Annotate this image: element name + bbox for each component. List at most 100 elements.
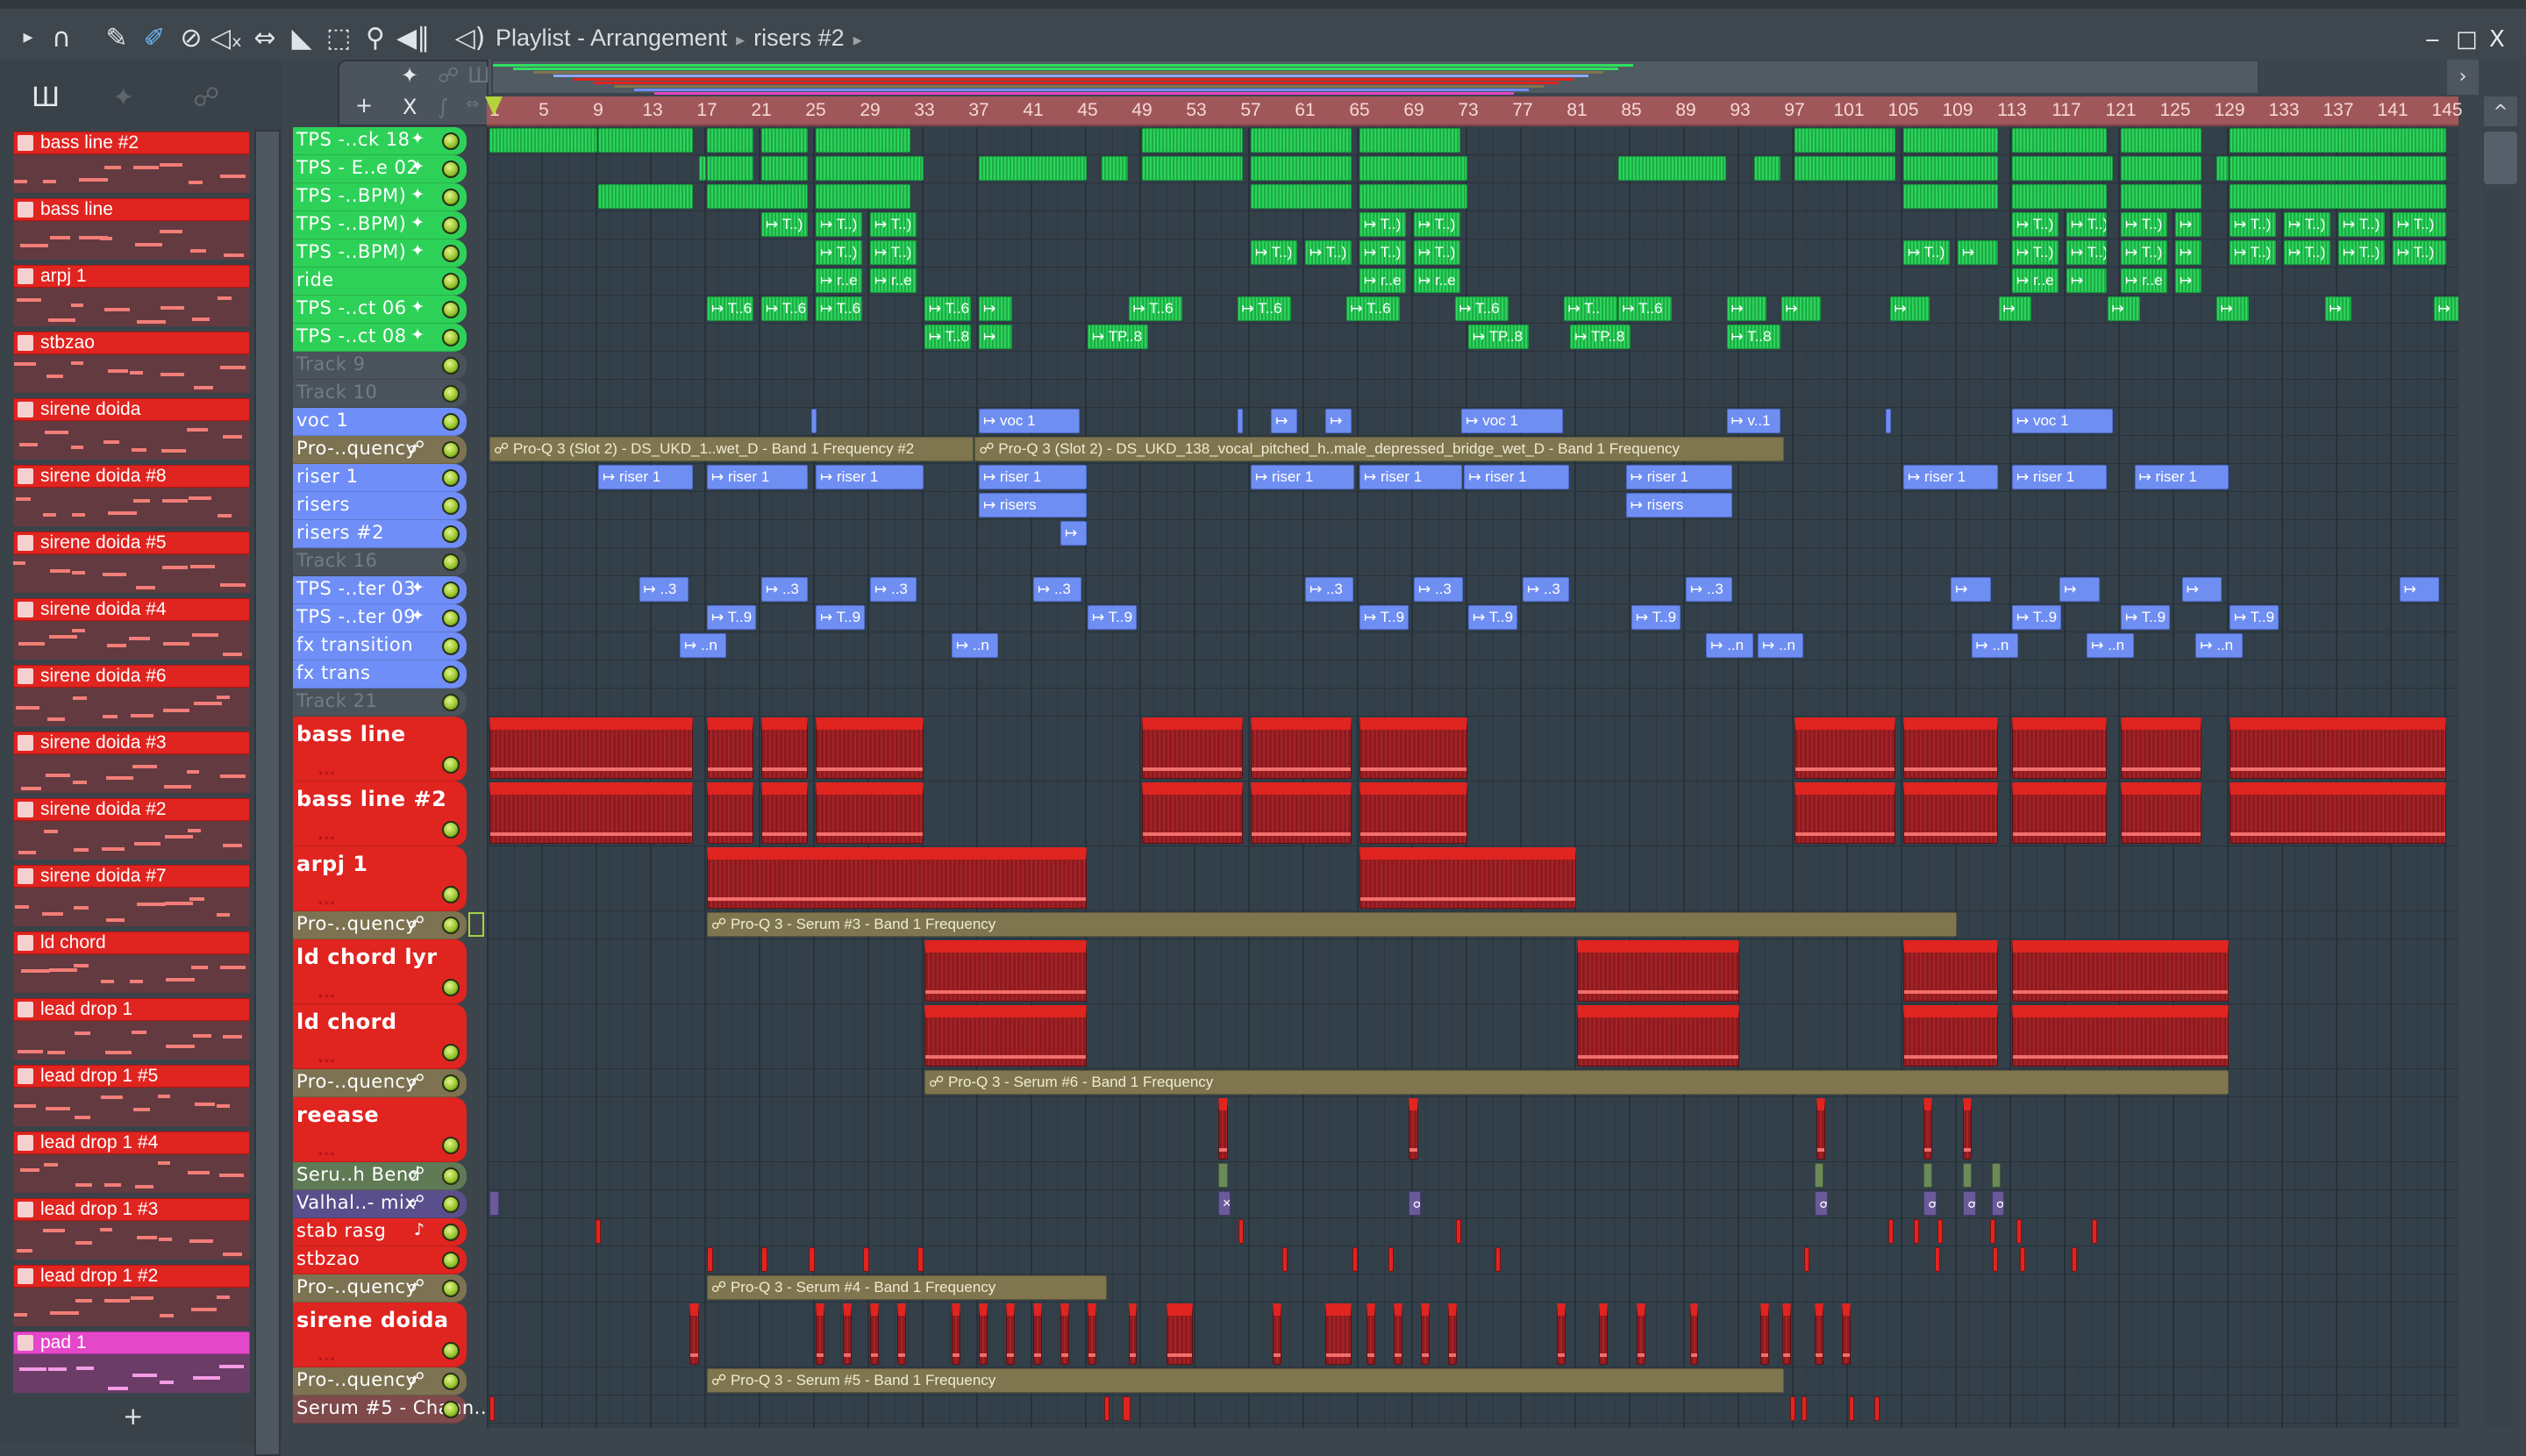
add-track-button[interactable]: + bbox=[355, 93, 373, 118]
clip[interactable] bbox=[1142, 128, 1244, 153]
clip[interactable]: ↦ TP..8 bbox=[1468, 325, 1529, 349]
clip[interactable] bbox=[1903, 156, 1998, 181]
track-mute-toggle[interactable] bbox=[442, 413, 460, 431]
clip[interactable] bbox=[2072, 1247, 2078, 1272]
track-header-track-21[interactable]: Track 21 bbox=[293, 689, 467, 717]
clip[interactable] bbox=[707, 782, 754, 844]
clip[interactable]: ↦ ..n bbox=[1758, 633, 1803, 658]
clip[interactable] bbox=[1990, 1219, 1996, 1244]
clip[interactable] bbox=[924, 1005, 1087, 1067]
track-header-tps-bpm[interactable]: TPS -..BPM) ✦ bbox=[293, 211, 467, 239]
clip[interactable]: ↦ ..n bbox=[680, 633, 727, 658]
clip[interactable]: ↦ T..) bbox=[2230, 212, 2277, 237]
clip[interactable]: ↦ T..9 bbox=[707, 605, 757, 630]
clip[interactable]: ↦ ..3 bbox=[1305, 577, 1353, 602]
clip[interactable]: ↦ r..e bbox=[1359, 268, 1407, 293]
clip[interactable] bbox=[1903, 717, 1998, 779]
picker-item-bass-line[interactable]: bass line bbox=[13, 198, 250, 260]
clip[interactable] bbox=[1393, 1303, 1402, 1365]
track-mute-toggle[interactable] bbox=[442, 1074, 460, 1092]
clip[interactable]: ↦ riser 1 bbox=[1464, 465, 1570, 489]
track-name[interactable]: TPS -..BPM) bbox=[296, 185, 406, 206]
clip[interactable]: ↦ T..6 bbox=[1128, 296, 1182, 321]
clip[interactable] bbox=[2230, 717, 2446, 779]
track-name[interactable]: riser 1 bbox=[296, 466, 359, 487]
clip[interactable]: ☍ bbox=[1991, 1191, 2005, 1216]
track-mute-toggle[interactable] bbox=[442, 161, 460, 178]
track-header-tps-ter-03[interactable]: TPS -..ter 03 ✦ bbox=[293, 576, 467, 604]
clip[interactable] bbox=[1795, 128, 1896, 153]
track-name[interactable]: arpj 1 bbox=[296, 848, 368, 876]
track-name[interactable]: TPS -..ct 06 bbox=[296, 297, 407, 318]
clip[interactable]: ☍ Pro-Q 3 (Slot 2) - DS_UKD_1..wet_D - B… bbox=[489, 437, 974, 461]
clip[interactable] bbox=[924, 940, 1087, 1002]
clip[interactable]: ↦ bbox=[1060, 521, 1087, 546]
track-header-reease[interactable]: reease... bbox=[293, 1097, 467, 1162]
clip[interactable]: ↦ T..9 bbox=[2230, 605, 2280, 630]
track-mute-toggle[interactable] bbox=[442, 245, 460, 262]
track-mute-toggle[interactable] bbox=[442, 1167, 460, 1185]
clip[interactable] bbox=[1006, 1303, 1015, 1365]
clip[interactable] bbox=[2230, 782, 2446, 844]
clip[interactable] bbox=[1142, 717, 1244, 779]
clip[interactable] bbox=[1408, 1098, 1419, 1160]
track-name[interactable]: TPS -..ter 03 bbox=[296, 578, 416, 599]
clip[interactable] bbox=[1359, 847, 1576, 909]
clip[interactable]: ☍ Pro-Q 3 - Serum #6 - Band 1 Frequency bbox=[924, 1070, 2229, 1095]
clip[interactable] bbox=[1272, 1303, 1281, 1365]
picker-item-lead-drop-1-4[interactable]: lead drop 1 #4 bbox=[13, 1131, 250, 1193]
track-name[interactable]: ride bbox=[296, 269, 334, 290]
clip[interactable]: ↦ bbox=[2433, 296, 2458, 321]
clip[interactable]: ↦ bbox=[979, 325, 1012, 349]
track-header-track-10[interactable]: Track 10 bbox=[293, 380, 467, 408]
clip[interactable] bbox=[1903, 940, 1998, 1002]
track-header-ld-chord-lyr[interactable]: ld chord lyr... bbox=[293, 939, 467, 1004]
track-name[interactable]: sirene doida bbox=[296, 1304, 449, 1332]
clip[interactable] bbox=[1790, 1396, 1796, 1421]
track-header-tps-ter-09[interactable]: TPS -..ter 09 ✦ bbox=[293, 604, 467, 632]
clip[interactable] bbox=[1923, 1098, 1933, 1160]
picker-item-sirene-doida-3[interactable]: sirene doida #3 bbox=[13, 732, 250, 793]
clip[interactable]: ↦ T..) bbox=[2393, 212, 2446, 237]
clip[interactable] bbox=[1359, 128, 1461, 153]
track-name[interactable]: ld chord bbox=[296, 1006, 397, 1034]
picker-item-header[interactable]: arpj 1 bbox=[13, 265, 250, 288]
track-mute-toggle[interactable] bbox=[442, 1342, 460, 1360]
track-lane[interactable] bbox=[487, 939, 2458, 1004]
clip[interactable]: ↦ voc 1 bbox=[1461, 409, 1563, 433]
track-name[interactable]: risers #2 bbox=[296, 522, 384, 543]
track-header-tps-bpm[interactable]: TPS -..BPM) ✦ bbox=[293, 183, 467, 211]
clip[interactable] bbox=[1903, 1005, 1998, 1067]
clip[interactable] bbox=[1359, 782, 1467, 844]
clip[interactable] bbox=[1803, 1247, 1809, 1272]
track-lane[interactable]: ↦ T..) ↦ T..) ↦ T..) ↦ T..) ↦ T..) ↦ T..) ↦ T.… bbox=[487, 211, 2458, 239]
track-lane[interactable]: ☍ Pro-Q 3 (Slot 2) - DS_UKD_1..wet_D - B… bbox=[487, 436, 2458, 464]
track-mute-toggle[interactable] bbox=[442, 441, 460, 459]
track-header-fx-transition[interactable]: fx transition bbox=[293, 632, 467, 660]
clip[interactable]: ↦ r..e bbox=[2012, 268, 2059, 293]
clip[interactable] bbox=[761, 128, 809, 153]
clip[interactable]: ↦ T..6 bbox=[1345, 296, 1400, 321]
track-mute-toggle[interactable] bbox=[442, 329, 460, 346]
clip[interactable]: ↦ T..6 bbox=[707, 296, 754, 321]
track-mute-toggle[interactable] bbox=[442, 638, 460, 655]
track-header-track-9[interactable]: Track 9 bbox=[293, 352, 467, 380]
clip[interactable] bbox=[1447, 1303, 1457, 1365]
clip[interactable] bbox=[1388, 1247, 1394, 1272]
clip[interactable]: ↦ T..) bbox=[2338, 240, 2386, 265]
clip[interactable]: ↦ ..3 bbox=[1414, 577, 1464, 602]
picker-item-header[interactable]: lead drop 1 #4 bbox=[13, 1131, 250, 1154]
clip[interactable] bbox=[809, 1247, 815, 1272]
stretch-icon[interactable]: ⇔ bbox=[466, 95, 479, 113]
clip[interactable]: ↦ bbox=[1780, 296, 1821, 321]
track-name[interactable]: stab rasg bbox=[296, 1220, 386, 1241]
track-header-valhal-mix[interactable]: Valhal..- mix ☍ bbox=[293, 1190, 467, 1218]
clip[interactable]: ↦ riser 1 bbox=[1251, 465, 1355, 489]
clip[interactable] bbox=[2092, 1219, 2098, 1244]
clip[interactable] bbox=[1352, 1247, 1359, 1272]
clip[interactable]: ↦ TP..8 bbox=[1088, 325, 1148, 349]
track-mute-toggle[interactable] bbox=[442, 189, 460, 206]
picker-item-sirene-doida[interactable]: sirene doida bbox=[13, 398, 250, 460]
clip[interactable]: ↦ v..1 bbox=[1726, 409, 1780, 433]
clip[interactable]: ↦ T..) bbox=[870, 212, 917, 237]
